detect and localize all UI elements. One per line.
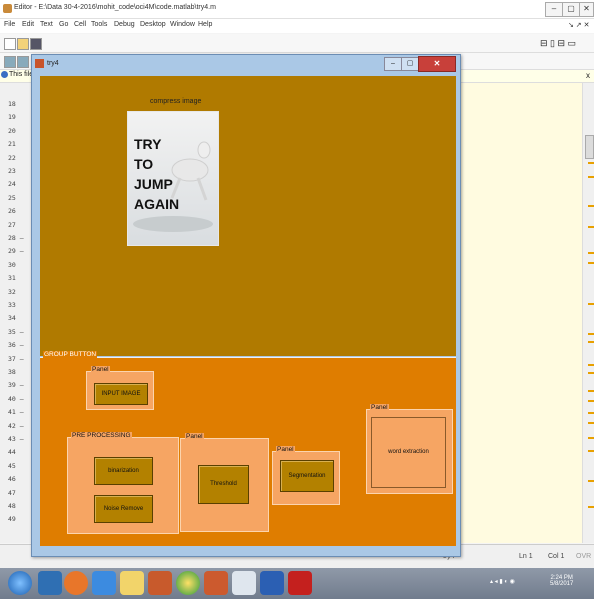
gui-close-button[interactable]: ✕	[418, 56, 456, 72]
threshold-panel-title: Panel	[185, 433, 204, 440]
word-extraction-button[interactable]: word extraction	[371, 417, 446, 488]
menu-help[interactable]: Help	[198, 21, 212, 28]
acrobat-icon[interactable]	[288, 571, 312, 595]
menu-desktop[interactable]: Desktop	[140, 21, 166, 28]
save-icon[interactable]	[30, 38, 42, 50]
scroll-thumb[interactable]	[585, 135, 594, 159]
internet-explorer-icon[interactable]	[92, 571, 116, 595]
cell-marker	[588, 480, 594, 482]
document-icon[interactable]	[232, 571, 256, 595]
gui-minimize-button[interactable]: –	[384, 57, 402, 71]
cell-marker	[588, 437, 594, 439]
editor-title: Editor - E:\Data 30-4-2016\mohit_code\oc…	[14, 4, 216, 11]
cell-marker	[588, 422, 594, 424]
start-button[interactable]	[8, 571, 32, 595]
menu-bar: File Edit Text Go Cell Tools Debug Deskt…	[0, 19, 594, 33]
cell-marker	[588, 303, 594, 305]
tray-icons[interactable]: ▴ ◂ ▮ ◐ ◉	[490, 579, 515, 585]
word-extraction-panel-title: Panel	[370, 404, 389, 411]
cell-marker	[588, 372, 594, 374]
menu-debug[interactable]: Debug	[114, 21, 135, 28]
matlab-icon[interactable]	[148, 571, 172, 595]
cell-marker	[588, 412, 594, 414]
cell-marker	[588, 390, 594, 392]
maximize-button[interactable]: ▢	[562, 2, 580, 17]
cell-marker	[588, 162, 594, 164]
cell-marker	[588, 341, 594, 343]
input-image-button[interactable]: INPUT IMAGE	[94, 383, 148, 405]
close-button[interactable]: ✕	[579, 2, 594, 17]
eval-cell-icon[interactable]	[17, 56, 29, 68]
menu-edit[interactable]: Edit	[22, 21, 34, 28]
word-icon[interactable]	[260, 571, 284, 595]
cell-marker	[588, 333, 594, 335]
system-tray: ▴ ◂ ▮ ◐ ◉ 2:24 PM 5/8/2017	[490, 575, 573, 587]
info-icon	[1, 71, 8, 78]
vertical-scrollbar[interactable]	[582, 83, 594, 543]
menu-go[interactable]: Go	[59, 21, 68, 28]
matlab-figure-taskbar-icon[interactable]	[204, 571, 228, 595]
status-mode: OVR	[576, 553, 592, 560]
minimize-button[interactable]: –	[545, 2, 563, 17]
image-line-2: TO	[134, 156, 154, 172]
menu-text[interactable]: Text	[40, 21, 53, 28]
cell-marker	[588, 176, 594, 178]
menu-file[interactable]: File	[4, 21, 15, 28]
chrome-icon[interactable]	[176, 571, 200, 595]
image-line-1: TRY	[134, 136, 162, 152]
editor-title-bar: Editor - E:\Data 30-4-2016\mohit_code\oc…	[0, 0, 594, 19]
image-panel	[40, 76, 456, 356]
cell-highlight	[458, 83, 583, 543]
menu-tools[interactable]: Tools	[91, 21, 107, 28]
binarization-button[interactable]: binarization	[94, 457, 153, 485]
status-column: Col 1	[548, 553, 565, 560]
cell-marker	[588, 400, 594, 402]
noise-remove-button[interactable]: Noise Remove	[94, 495, 153, 523]
segmentation-button[interactable]: Segmentation	[280, 460, 334, 492]
clock[interactable]: 2:24 PM 5/8/2017	[550, 575, 573, 587]
compress-image-label: compress image	[150, 98, 202, 105]
image-line-3: JUMP	[134, 176, 173, 192]
cell-marker	[588, 506, 594, 508]
matlab-editor-icon	[3, 4, 12, 13]
matlab-figure-icon	[35, 59, 44, 68]
gui-maximize-button[interactable]: ▢	[401, 57, 419, 71]
cell-marker	[588, 205, 594, 207]
clock-date: 5/8/2017	[550, 581, 574, 587]
layout-icons[interactable]: ⊟ ▯ ⊟ ▭	[540, 38, 576, 49]
taskbar-app-icon[interactable]	[38, 571, 62, 595]
preprocessing-panel-title: PRE PROCESSING	[71, 432, 132, 439]
cell-marker	[588, 364, 594, 366]
cell-marker	[588, 252, 594, 254]
menu-cell[interactable]: Cell	[74, 21, 86, 28]
menu-window[interactable]: Window	[170, 21, 195, 28]
group-button-label: GROUP BUTTON	[43, 351, 98, 358]
gui-title: try4	[47, 60, 59, 67]
cell-mode-icon[interactable]	[4, 56, 16, 68]
firefox-icon[interactable]	[64, 571, 88, 595]
cell-marker	[588, 450, 594, 452]
info-close-icon[interactable]: x	[586, 71, 590, 80]
new-file-icon[interactable]	[4, 38, 16, 50]
image-caption-text: TRY TO JUMP AGAIN	[134, 134, 179, 214]
segmentation-panel-title: Panel	[276, 446, 295, 453]
threshold-button[interactable]: Threshold	[198, 465, 249, 504]
file-explorer-icon[interactable]	[120, 571, 144, 595]
editor-toolbar: ⊟ ▯ ⊟ ▭	[0, 34, 594, 53]
open-file-icon[interactable]	[17, 38, 29, 50]
status-line: Ln 1	[519, 553, 533, 560]
cell-marker	[588, 262, 594, 264]
image-line-4: AGAIN	[134, 196, 180, 212]
undock-icon[interactable]: ↘ ↗ ✕	[568, 21, 590, 29]
cell-marker	[588, 226, 594, 228]
input-panel-title: Panel	[91, 366, 110, 373]
